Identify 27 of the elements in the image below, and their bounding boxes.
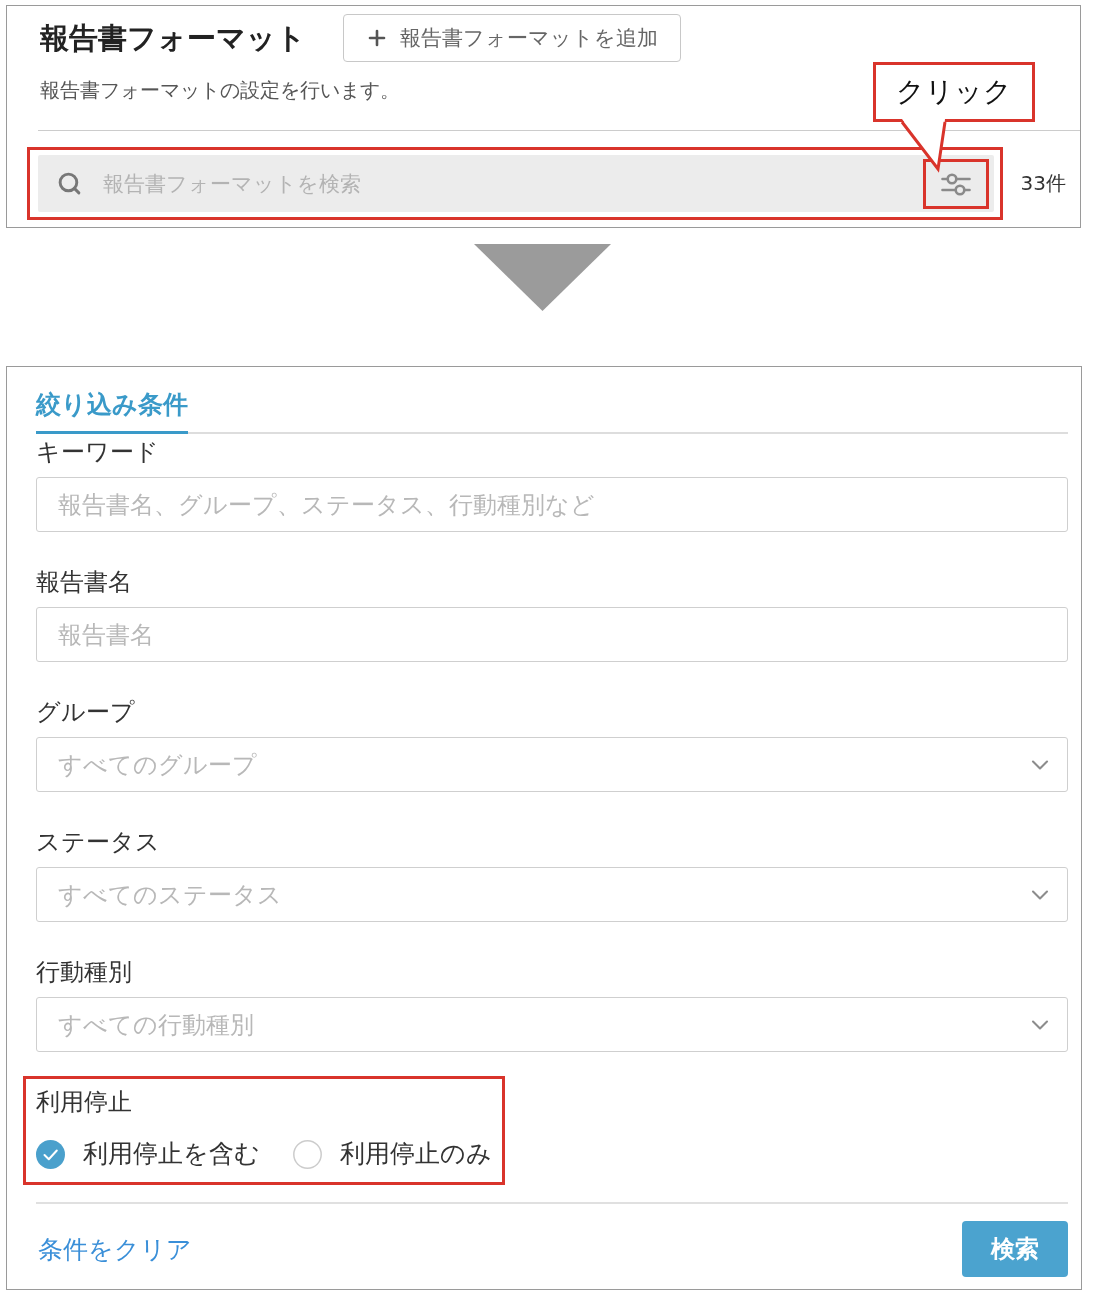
search-button[interactable]: 検索 (962, 1221, 1068, 1277)
page-description: 報告書フォーマットの設定を行います。 (40, 77, 400, 103)
search-field[interactable]: 報告書フォーマットを検索 (103, 163, 902, 204)
radio-label[interactable]: 利用停止を含む (83, 1139, 260, 1169)
radio-label[interactable]: 利用停止のみ (340, 1139, 492, 1169)
field-label: 利用停止 (36, 1088, 132, 1116)
clear-conditions-link[interactable]: 条件をクリア (38, 1232, 192, 1266)
page-title: 報告書フォーマット (40, 20, 306, 57)
down-arrow-icon (474, 244, 611, 311)
search-bar[interactable]: 報告書フォーマットを検索 (38, 155, 994, 212)
result-count: 33件 (1020, 170, 1066, 197)
search-icon (57, 171, 82, 196)
input-field[interactable]: 報告書名 (36, 607, 1068, 662)
filter-tab[interactable]: 絞り込み条件 (36, 367, 188, 434)
field-label: ステータス (36, 828, 160, 856)
radio-button[interactable] (36, 1139, 65, 1169)
dropdown-field[interactable]: すべてのグループ (36, 737, 1068, 792)
input-field[interactable]: 報告書名、グループ、ステータス、行動種別など (36, 477, 1068, 532)
field-label: 行動種別 (36, 958, 132, 986)
field-label: グループ (36, 698, 135, 726)
add-format-button[interactable]: 報告書フォーマットを追加 (343, 14, 681, 62)
dropdown-field[interactable]: すべてのステータス (36, 867, 1068, 922)
radio-button[interactable] (293, 1139, 322, 1169)
dropdown-field[interactable]: すべての行動種別 (36, 997, 1068, 1052)
field-label: 報告書名 (36, 568, 132, 596)
sliders-icon (940, 170, 971, 197)
field-label: キーワード (36, 438, 159, 466)
